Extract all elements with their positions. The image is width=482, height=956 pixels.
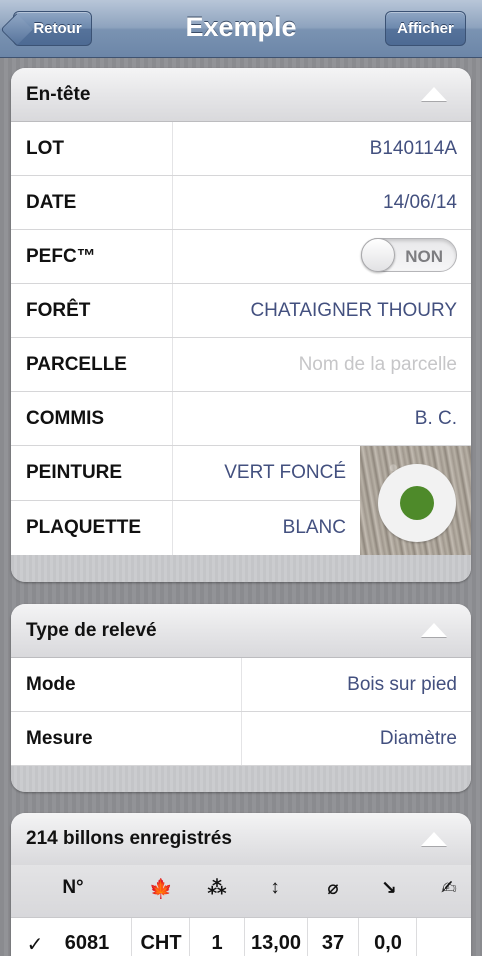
row-parcelle[interactable]: PARCELLE Nom de la parcelle [11,338,471,392]
header-panel-title: En-tête [26,84,91,105]
cell-divider [307,918,308,956]
collapse-icon[interactable] [421,623,447,637]
cell-divider [189,918,190,956]
row-divider [172,230,173,283]
survey-panel: Type de relevé Mode Bois sur pied Mesure… [11,604,471,792]
row-commis[interactable]: COMMIS B. C. [11,392,471,446]
table-row[interactable]: ✓ 6081 CHT 1 13,00 37 0,0 [11,917,471,956]
nav-bar: Retour Exemple Afficher [0,0,482,58]
arrow-down-right-icon[interactable]: ↘ [369,877,409,900]
mesure-label: Mesure [26,728,93,749]
log-quality: 1 [211,932,223,954]
row-divider [241,658,242,711]
panel-footer [11,555,471,582]
logs-column-header: N° 🍁 ⁂ ↕ ⌀ ↘ ✍ [11,865,471,917]
survey-panel-header[interactable]: Type de relevé [11,604,471,658]
log-length: 13,00 [250,932,302,954]
date-label: DATE [26,192,77,213]
header-panel-header[interactable]: En-tête [11,68,471,122]
survey-panel-title: Type de relevé [26,620,157,641]
row-divider [172,176,173,229]
row-divider [241,712,242,765]
lot-label: LOT [26,138,64,159]
date-value[interactable]: 14/06/14 [383,192,457,214]
commis-label: COMMIS [26,408,105,429]
show-button[interactable]: Afficher [385,11,466,46]
collapse-icon[interactable] [421,87,447,101]
commis-value[interactable]: B. C. [415,408,457,430]
foret-label: FORÊT [26,300,91,321]
toggle-knob[interactable] [361,238,395,272]
row-divider [172,122,173,175]
cell-divider [131,918,132,956]
cell-divider [244,918,245,956]
mode-value[interactable]: Bois sur pied [347,674,457,696]
row-divider [172,284,173,337]
row-divider [172,501,173,555]
parcelle-input[interactable]: Nom de la parcelle [299,354,457,376]
panel-footer [11,766,471,792]
maple-leaf-icon[interactable]: 🍁 [141,877,181,901]
edit-icon[interactable]: ✍ [429,877,469,900]
toggle-state-text: NON [405,247,443,266]
logs-panel-title: 214 billons enregistrés [26,828,232,849]
mesure-value[interactable]: Diamètre [380,728,457,750]
plaquette-value[interactable]: BLANC [283,517,346,539]
plaquette-ring [378,464,456,542]
length-icon[interactable]: ↕ [255,877,295,899]
foret-value[interactable]: CHATAIGNER THOURY [250,300,457,322]
lot-value[interactable]: B140114A [370,138,457,160]
row-mesure[interactable]: Mesure Diamètre [11,712,471,766]
cell-divider [416,918,417,956]
logs-panel-header[interactable]: 214 billons enregistrés [11,813,471,865]
checkmark-icon[interactable]: ✓ [23,932,47,956]
log-diameter: 37 [321,932,345,954]
stars-icon[interactable]: ⁂ [197,877,237,900]
diameter-icon[interactable]: ⌀ [313,877,353,900]
row-divider [172,392,173,445]
mode-label: Mode [26,674,76,695]
row-divider [172,446,173,500]
column-number[interactable]: N° [53,877,93,899]
row-mode[interactable]: Mode Bois sur pied [11,658,471,712]
log-number: 6081 [64,932,110,954]
pefc-toggle[interactable]: NON [361,238,457,272]
plaquette-label: PLAQUETTE [26,517,142,538]
peinture-label: PEINTURE [26,462,123,483]
collapse-icon[interactable] [421,832,447,846]
paint-group: PEINTURE VERT FONCÉ PLAQUETTE BLANC [11,446,471,555]
row-pefc: PEFC™ NON [11,230,471,284]
paint-dot [400,486,434,520]
header-panel: En-tête LOT B140114A DATE 14/06/14 PEFC™… [11,68,471,582]
row-date[interactable]: DATE 14/06/14 [11,176,471,230]
logs-panel: 214 billons enregistrés N° 🍁 ⁂ ↕ ⌀ ↘ ✍ ✓… [11,813,471,956]
row-divider [172,338,173,391]
paint-swatch[interactable] [360,446,471,555]
pefc-label: PEFC™ [26,246,96,267]
row-lot[interactable]: LOT B140114A [11,122,471,176]
log-volume: 0,0 [374,932,402,954]
row-foret[interactable]: FORÊT CHATAIGNER THOURY [11,284,471,338]
peinture-value[interactable]: VERT FONCÉ [224,462,346,484]
parcelle-label: PARCELLE [26,354,127,375]
log-species: CHT [140,932,182,954]
cell-divider [358,918,359,956]
